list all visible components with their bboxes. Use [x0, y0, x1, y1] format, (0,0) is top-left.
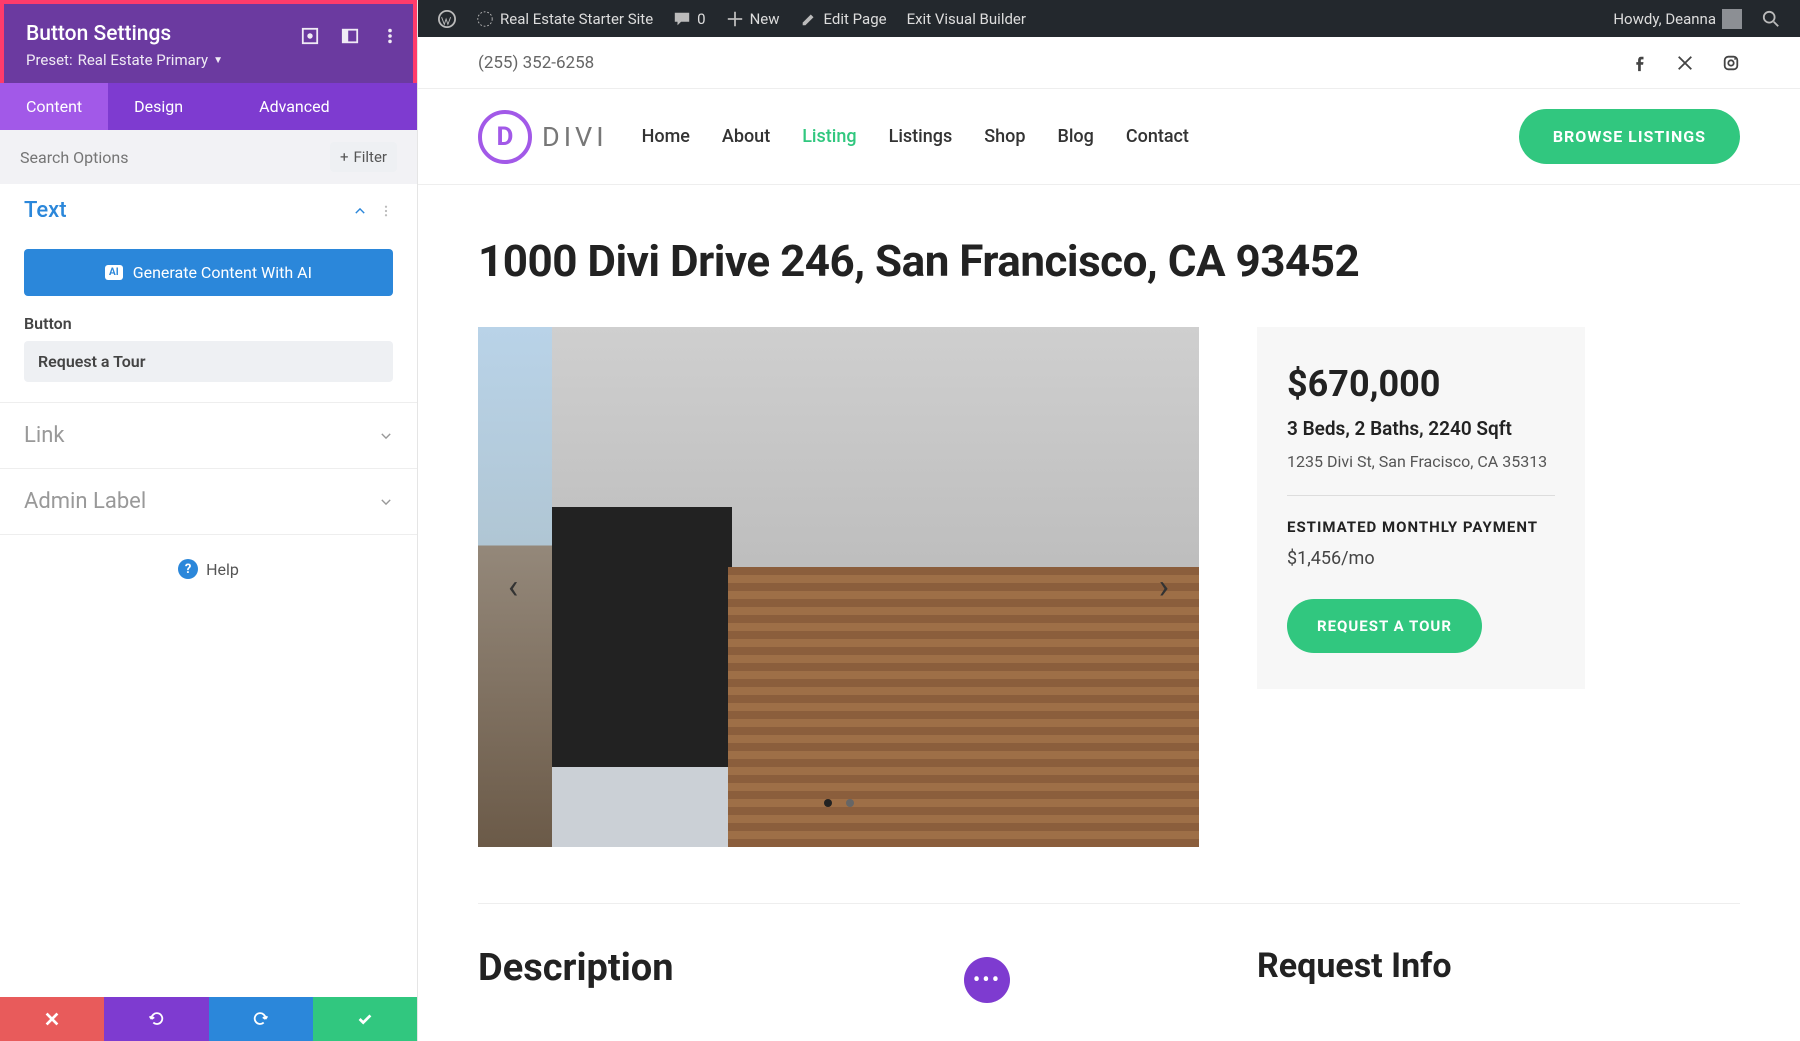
- module-more-fab[interactable]: •••: [964, 957, 1010, 1003]
- gallery-next-button[interactable]: ›: [1149, 557, 1179, 617]
- nav-contact[interactable]: Contact: [1126, 126, 1189, 147]
- preset-value: Real Estate Primary: [78, 51, 208, 69]
- section-text-header[interactable]: Text: [0, 184, 417, 237]
- panel-tabs: Content Design Advanced: [0, 83, 417, 130]
- button-field-label: Button: [0, 314, 417, 341]
- logo-mark-icon: D: [478, 110, 532, 164]
- request-tour-button[interactable]: REQUEST A TOUR: [1287, 599, 1482, 653]
- divider: [1287, 495, 1555, 496]
- help-icon: ?: [178, 559, 198, 579]
- generate-ai-button[interactable]: AI Generate Content With AI: [24, 249, 393, 296]
- tab-design[interactable]: Design: [108, 83, 209, 130]
- settings-panel: Button Settings Preset: Real Estate Prim…: [0, 0, 418, 1041]
- nav-links: Home About Listing Listings Shop Blog Co…: [642, 126, 1189, 147]
- logo[interactable]: D DIVI: [478, 110, 608, 164]
- phone-number: (255) 352-6258: [478, 53, 594, 73]
- button-text-input[interactable]: [24, 341, 393, 382]
- exit-vb-link[interactable]: Exit Visual Builder: [897, 10, 1036, 28]
- preset-label: Preset:: [26, 51, 73, 69]
- comment-count: 0: [697, 10, 705, 28]
- kebab-icon[interactable]: [379, 204, 393, 218]
- gallery-dots: [824, 799, 854, 807]
- estimate-value: $1,456/mo: [1287, 548, 1555, 569]
- exit-label: Exit Visual Builder: [907, 10, 1026, 28]
- x-icon[interactable]: [1676, 54, 1694, 72]
- instagram-icon[interactable]: [1722, 54, 1740, 72]
- gallery-dot[interactable]: [846, 799, 854, 807]
- price-box: $670,000 3 Beds, 2 Baths, 2240 Sqft 1235…: [1257, 327, 1585, 689]
- nav-listings[interactable]: Listings: [889, 126, 953, 147]
- section-admin-header[interactable]: Admin Label: [0, 469, 417, 534]
- browse-listings-button[interactable]: BROWSE LISTINGS: [1519, 109, 1740, 164]
- section-text-label: Text: [24, 198, 67, 223]
- redo-button[interactable]: [209, 997, 313, 1041]
- help-label: Help: [206, 560, 239, 579]
- comments-link[interactable]: 0: [663, 10, 715, 28]
- ai-badge-icon: AI: [105, 265, 123, 280]
- panel-header: Button Settings Preset: Real Estate Prim…: [0, 0, 417, 83]
- content-area: 1000 Divi Drive 246, San Francisco, CA 9…: [418, 185, 1800, 990]
- admin-search[interactable]: [1752, 10, 1790, 28]
- focus-icon[interactable]: [301, 27, 319, 45]
- panel-body: Text AI Generate Content With AI Button L…: [0, 184, 417, 997]
- beds-baths-text: 3 Beds, 2 Baths, 2240 Sqft: [1287, 417, 1555, 440]
- nav-shop[interactable]: Shop: [984, 126, 1025, 147]
- gallery: ‹ ›: [478, 327, 1199, 847]
- generate-label: Generate Content With AI: [133, 263, 312, 282]
- tab-content[interactable]: Content: [0, 83, 108, 130]
- undo-button[interactable]: [104, 997, 208, 1041]
- description-heading: Description: [478, 946, 1199, 990]
- avatar: [1722, 9, 1742, 29]
- price-value: $670,000: [1287, 363, 1555, 405]
- nav-blog[interactable]: Blog: [1057, 126, 1093, 147]
- facebook-icon[interactable]: [1630, 54, 1648, 72]
- save-button[interactable]: [313, 997, 417, 1041]
- wp-logo[interactable]: [428, 10, 466, 28]
- site-name-link[interactable]: Real Estate Starter Site: [466, 10, 663, 28]
- edit-label: Edit Page: [824, 10, 887, 28]
- kebab-icon[interactable]: [381, 27, 399, 45]
- top-strip: (255) 352-6258: [418, 37, 1800, 89]
- navbar: D DIVI Home About Listing Listings Shop …: [418, 89, 1800, 185]
- estimate-label: ESTIMATED MONTHLY PAYMENT: [1287, 518, 1555, 536]
- gallery-dot[interactable]: [824, 799, 832, 807]
- section-link-label: Link: [24, 423, 65, 448]
- chevron-down-icon: [379, 495, 393, 509]
- caret-down-icon: ▼: [213, 55, 223, 66]
- dock-icon[interactable]: [341, 27, 359, 45]
- wp-admin-bar: Real Estate Starter Site 0 New Edit Page…: [418, 0, 1800, 37]
- nav-about[interactable]: About: [722, 126, 770, 147]
- gallery-prev-button[interactable]: ‹: [498, 557, 528, 617]
- howdy-text: Howdy, Deanna: [1613, 10, 1716, 28]
- filter-button[interactable]: +Filter: [330, 142, 397, 172]
- address-text: 1235 Divi St, San Fracisco, CA 35313: [1287, 452, 1555, 471]
- chevron-down-icon: [379, 429, 393, 443]
- logo-text: DIVI: [542, 121, 608, 153]
- panel-footer: [0, 997, 417, 1041]
- tab-advanced[interactable]: Advanced: [209, 83, 356, 130]
- page-title: 1000 Divi Drive 246, San Francisco, CA 9…: [478, 235, 1740, 287]
- search-row: +Filter: [0, 130, 417, 184]
- site-name: Real Estate Starter Site: [500, 10, 653, 28]
- section-admin-label: Admin Label: [24, 489, 146, 514]
- new-link[interactable]: New: [716, 10, 790, 28]
- cancel-button[interactable]: [0, 997, 104, 1041]
- chevron-up-icon: [353, 204, 367, 218]
- plus-icon: +: [340, 148, 349, 166]
- page-preview: (255) 352-6258 D DIVI Home About Listing…: [418, 37, 1800, 1041]
- preset-dropdown[interactable]: Preset: Real Estate Primary ▼: [26, 51, 391, 69]
- edit-page-link[interactable]: Edit Page: [790, 10, 897, 28]
- section-link-header[interactable]: Link: [0, 403, 417, 468]
- nav-home[interactable]: Home: [642, 126, 690, 147]
- request-info-heading: Request Info: [1257, 946, 1585, 986]
- nav-listing[interactable]: Listing: [802, 126, 856, 147]
- filter-label: Filter: [353, 148, 387, 166]
- help-link[interactable]: ? Help: [0, 535, 417, 603]
- new-label: New: [750, 10, 780, 28]
- search-input[interactable]: [20, 148, 330, 167]
- howdy-link[interactable]: Howdy, Deanna: [1603, 9, 1752, 29]
